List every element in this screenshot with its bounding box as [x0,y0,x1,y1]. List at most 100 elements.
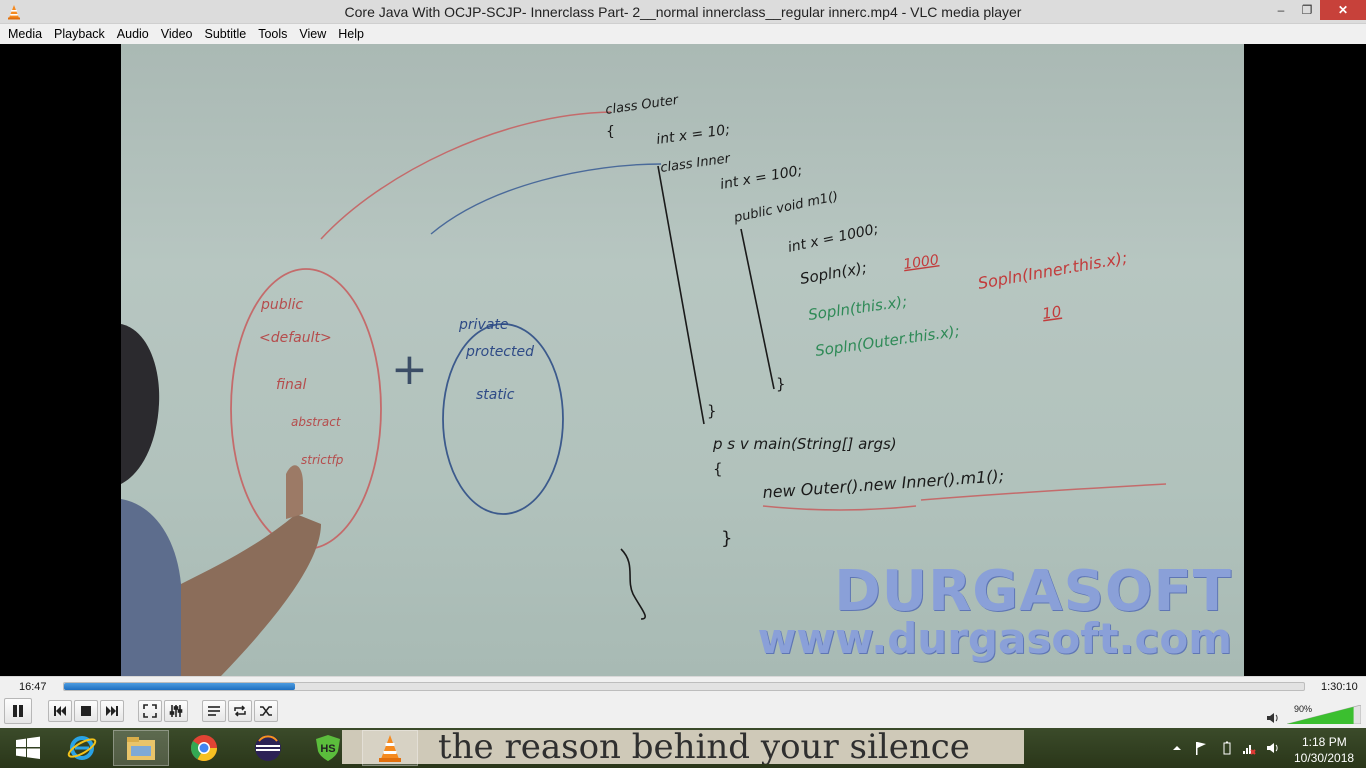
folder-icon [127,737,155,760]
eclipse-icon [255,735,281,761]
previous-button[interactable] [48,700,72,722]
stop-button[interactable] [74,700,98,722]
player-controls: 16:47 1:30:10 90% [0,676,1366,728]
svg-text:HS: HS [320,743,335,755]
taskbar-file-explorer[interactable] [113,730,169,766]
start-button[interactable] [0,730,56,766]
internet-explorer-icon [67,736,97,760]
menu-media[interactable]: Media [2,27,48,41]
minimize-button[interactable]: – [1268,0,1294,20]
board-text: } [776,375,786,393]
equalizer-icon [169,705,183,717]
windows-logo-icon [16,736,40,759]
underline-outer-new [762,505,917,511]
board-text: protected [465,344,534,360]
menu-playback[interactable]: Playback [48,27,111,41]
left-oval [230,268,382,550]
menu-tools[interactable]: Tools [252,27,293,41]
action-center-flag-icon[interactable] [1194,741,1208,755]
stop-icon [81,706,91,716]
board-text: int x = 100; [719,163,804,193]
network-disconnected-icon[interactable] [1242,741,1256,755]
board-text: private [458,317,509,333]
menu-subtitle[interactable]: Subtitle [199,27,253,41]
board-text: static [476,387,515,403]
menu-bar: Media Playback Audio Video Subtitle Tool… [0,24,1366,44]
pause-icon [13,705,23,717]
connector-curve-red [320,111,612,240]
vlc-cone-icon [379,735,401,762]
taskbar-vlc[interactable] [362,730,418,766]
board-text: strictfp [301,453,344,467]
time-elapsed: 16:47 [19,681,47,693]
taskbar-hotspot-shield[interactable]: HS [300,730,356,766]
loop-icon [234,705,246,717]
previous-icon [54,706,66,716]
show-hidden-icons-icon[interactable] [1170,741,1184,755]
window-controls: – ❐ ✕ [1268,0,1366,20]
board-text: class Outer [604,93,680,118]
clock-time[interactable]: 1:18 PM [1302,735,1347,749]
connector-curve-blue [430,163,662,235]
fullscreen-button[interactable] [138,700,162,722]
video-area[interactable]: public <default> final abstract strictfp… [0,44,1366,676]
board-text: abstract [291,415,342,429]
volume-slider[interactable] [1287,705,1361,724]
extended-settings-button[interactable] [164,700,188,722]
taskbar-eclipse[interactable] [240,730,296,766]
shuffle-button[interactable] [254,700,278,722]
board-text: } [721,528,732,549]
speaker-icon[interactable] [1266,712,1280,724]
board-text: Sopln(x); [799,258,869,287]
hotspot-shield-icon: HS [316,735,340,761]
board-text: 10 [1041,302,1062,322]
menu-help[interactable]: Help [332,27,370,41]
fullscreen-icon [143,704,157,718]
next-icon [106,706,118,716]
playlist-icon [208,706,220,716]
board-text: { [713,460,723,478]
loop-button[interactable] [228,700,252,722]
taskbar-internet-explorer[interactable] [54,730,110,766]
board-text: final [276,377,306,393]
menu-audio[interactable]: Audio [111,27,155,41]
menu-video[interactable]: Video [155,27,199,41]
inner-brace-line [740,228,775,390]
clock-date[interactable]: 10/30/2018 [1294,751,1354,765]
close-button[interactable]: ✕ [1320,0,1366,20]
board-text: { [606,124,615,140]
board-text: <default> [259,330,332,346]
title-bar: Core Java With OCJP-SCJP- Innerclass Par… [0,0,1366,24]
video-frame[interactable]: public <default> final abstract strictfp… [121,44,1244,676]
board-text: Sopln(Inner.this.x); [976,248,1128,293]
seek-progress [64,683,295,690]
watermark-url: www.durgasoft.com [757,614,1232,663]
volume-tray-icon[interactable] [1266,741,1280,755]
board-text: 1000 [902,252,940,273]
board-text: Sopln(this.x); [807,292,908,324]
shuffle-icon [260,706,272,716]
pause-button[interactable] [4,698,32,724]
board-text: } [707,402,717,420]
window-title: Core Java With OCJP-SCJP- Innerclass Par… [344,4,1022,20]
outer-brace-line [657,165,705,425]
board-text: Sopln(Outer.this.x); [814,322,961,360]
battery-icon[interactable] [1220,741,1234,755]
board-text: int x = 1000; [787,221,880,256]
windows-taskbar: the reason behind your silence HS [0,728,1366,768]
maximize-button[interactable]: ❐ [1294,0,1320,20]
board-text: public void m1() [732,189,840,226]
board-text: int x = 10; [655,122,731,148]
chrome-icon [190,735,218,762]
next-button[interactable] [100,700,124,722]
closing-brace-squiggle [620,548,646,620]
seek-bar[interactable] [63,682,1305,691]
board-text: p s v main(String[] args) [712,435,897,453]
board-text: + [391,344,428,395]
playlist-button[interactable] [202,700,226,722]
taskbar-chrome[interactable] [176,730,232,766]
desktop-background-text: the reason behind your silence [342,730,1024,764]
time-total[interactable]: 1:30:10 [1321,681,1358,693]
menu-view[interactable]: View [293,27,332,41]
board-text: public [260,297,303,313]
